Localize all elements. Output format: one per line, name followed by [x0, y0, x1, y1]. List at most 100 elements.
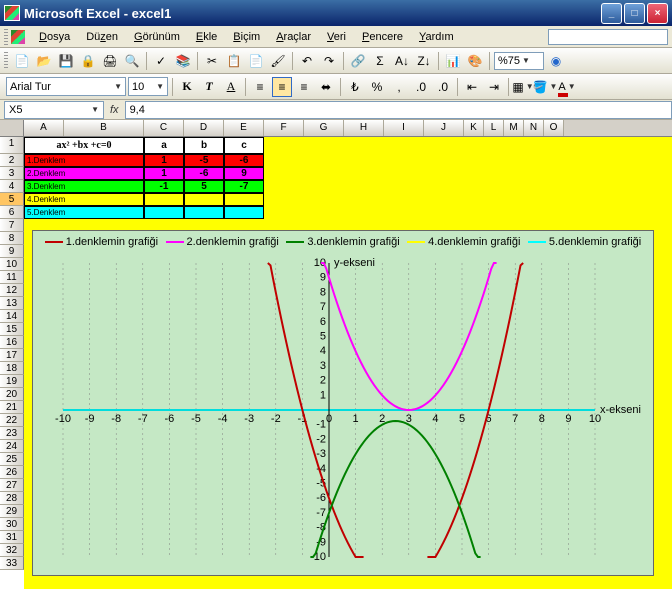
grip-handle[interactable] — [4, 52, 8, 70]
fx-label[interactable]: fx — [104, 104, 125, 116]
print-icon[interactable]: 🖨 — [100, 51, 120, 71]
row-header-11[interactable]: 11 — [0, 271, 24, 284]
close-button[interactable]: × — [647, 3, 668, 24]
minimize-button[interactable]: _ — [601, 3, 622, 24]
col-header-H[interactable]: H — [344, 120, 384, 136]
underline-button[interactable]: A — [221, 77, 241, 97]
menu-araclar[interactable]: Araçlar — [268, 29, 319, 45]
col-header-O[interactable]: O — [544, 120, 564, 136]
chart-area[interactable]: 1.denklemin grafiği2.denklemin grafiği3.… — [32, 230, 654, 576]
menu-ekle[interactable]: Ekle — [188, 29, 225, 45]
font-select[interactable]: Arial Tur▼ — [6, 77, 126, 96]
col-header-G[interactable]: G — [304, 120, 344, 136]
row-header-13[interactable]: 13 — [0, 297, 24, 310]
row-header-27[interactable]: 27 — [0, 479, 24, 492]
col-header-N[interactable]: N — [524, 120, 544, 136]
autosum-icon[interactable]: Σ — [370, 51, 390, 71]
row-header-4[interactable]: 4 — [0, 180, 24, 193]
col-header-M[interactable]: M — [504, 120, 524, 136]
format-painter-icon[interactable]: 🖌 — [268, 51, 288, 71]
grip-handle[interactable] — [4, 29, 8, 45]
help-search-input[interactable] — [548, 29, 668, 45]
percent-icon[interactable]: % — [367, 77, 387, 97]
row-header-6[interactable]: 6 — [0, 206, 24, 219]
row-header-31[interactable]: 31 — [0, 531, 24, 544]
increase-decimal-icon[interactable]: .0 — [411, 77, 431, 97]
row-header-12[interactable]: 12 — [0, 284, 24, 297]
redo-icon[interactable]: ↷ — [319, 51, 339, 71]
row-header-29[interactable]: 29 — [0, 505, 24, 518]
name-box[interactable]: X5▼ — [4, 101, 104, 119]
help-icon[interactable]: ◉ — [546, 51, 566, 71]
comma-icon[interactable]: , — [389, 77, 409, 97]
formula-input[interactable]: 9,4 — [125, 101, 672, 119]
row-header-23[interactable]: 23 — [0, 427, 24, 440]
row-header-21[interactable]: 21 — [0, 401, 24, 414]
save-icon[interactable]: 💾 — [56, 51, 76, 71]
row-header-30[interactable]: 30 — [0, 518, 24, 531]
chart-icon[interactable]: 📊 — [443, 51, 463, 71]
preview-icon[interactable]: 🔍 — [122, 51, 142, 71]
row-header-8[interactable]: 8 — [0, 232, 24, 245]
spell-icon[interactable]: ✓ — [151, 51, 171, 71]
menu-bicim[interactable]: Biçim — [225, 29, 268, 45]
row-header-28[interactable]: 28 — [0, 492, 24, 505]
paste-icon[interactable]: 📄 — [246, 51, 266, 71]
copy-icon[interactable]: 📋 — [224, 51, 244, 71]
col-header-K[interactable]: K — [464, 120, 484, 136]
research-icon[interactable]: 📚 — [173, 51, 193, 71]
row-header-1[interactable]: 1 — [0, 137, 24, 154]
sort-asc-icon[interactable]: A↓ — [392, 51, 412, 71]
cell-grid[interactable]: ax² +bx +c=0 a b c 1.Denklem 1 -5 -6 2.D… — [24, 137, 672, 589]
cut-icon[interactable]: ✂ — [202, 51, 222, 71]
select-all-corner[interactable] — [0, 120, 24, 136]
undo-icon[interactable]: ↶ — [297, 51, 317, 71]
font-size-select[interactable]: 10▼ — [128, 77, 168, 96]
row-header-33[interactable]: 33 — [0, 557, 24, 570]
col-header-J[interactable]: J — [424, 120, 464, 136]
row-header-7[interactable]: 7 — [0, 219, 24, 232]
row-header-10[interactable]: 10 — [0, 258, 24, 271]
col-header-D[interactable]: D — [184, 120, 224, 136]
row-header-26[interactable]: 26 — [0, 466, 24, 479]
align-center-icon[interactable]: ≡ — [272, 77, 292, 97]
row-header-2[interactable]: 2 — [0, 154, 24, 167]
row-header-32[interactable]: 32 — [0, 544, 24, 557]
row-header-24[interactable]: 24 — [0, 440, 24, 453]
row-header-18[interactable]: 18 — [0, 362, 24, 375]
permission-icon[interactable]: 🔒 — [78, 51, 98, 71]
italic-button[interactable]: T — [199, 77, 219, 97]
row-header-25[interactable]: 25 — [0, 453, 24, 466]
decrease-decimal-icon[interactable]: .0 — [433, 77, 453, 97]
col-header-A[interactable]: A — [24, 120, 64, 136]
menu-pencere[interactable]: Pencere — [354, 29, 411, 45]
bold-button[interactable]: K — [177, 77, 197, 97]
col-header-F[interactable]: F — [264, 120, 304, 136]
row-header-17[interactable]: 17 — [0, 349, 24, 362]
borders-icon[interactable]: ▦▼ — [513, 77, 533, 97]
row-header-16[interactable]: 16 — [0, 336, 24, 349]
hyperlink-icon[interactable]: 🔗 — [348, 51, 368, 71]
zoom-select[interactable]: %75▼ — [494, 52, 544, 70]
row-header-19[interactable]: 19 — [0, 375, 24, 388]
align-right-icon[interactable]: ≡ — [294, 77, 314, 97]
row-header-22[interactable]: 22 — [0, 414, 24, 427]
row-header-5[interactable]: 5 — [0, 193, 24, 206]
new-icon[interactable]: 📄 — [12, 51, 32, 71]
menu-yardim[interactable]: Yardım — [411, 29, 462, 45]
col-header-I[interactable]: I — [384, 120, 424, 136]
decrease-indent-icon[interactable]: ⇤ — [462, 77, 482, 97]
menu-gorunum[interactable]: Görünüm — [126, 29, 188, 45]
open-icon[interactable]: 📂 — [34, 51, 54, 71]
col-header-L[interactable]: L — [484, 120, 504, 136]
col-header-C[interactable]: C — [144, 120, 184, 136]
row-header-15[interactable]: 15 — [0, 323, 24, 336]
row-header-9[interactable]: 9 — [0, 245, 24, 258]
currency-icon[interactable]: ₺ — [345, 77, 365, 97]
font-color-icon[interactable]: A▼ — [557, 77, 577, 97]
menu-veri[interactable]: Veri — [319, 29, 354, 45]
merge-icon[interactable]: ⬌ — [316, 77, 336, 97]
menu-dosya[interactable]: Dosya — [31, 29, 78, 45]
align-left-icon[interactable]: ≡ — [250, 77, 270, 97]
drawing-icon[interactable]: 🎨 — [465, 51, 485, 71]
